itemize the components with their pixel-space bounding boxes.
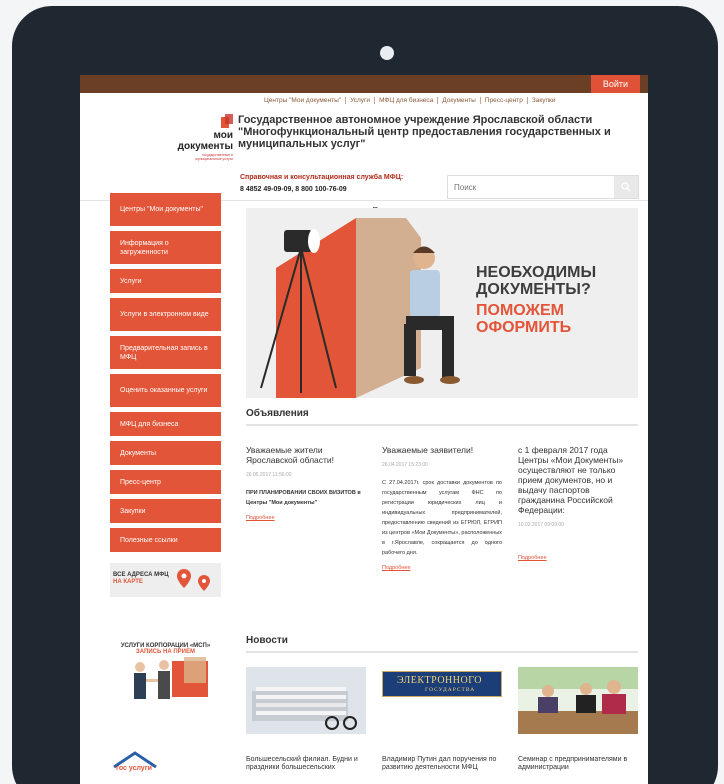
announcement-2-text: С 27.04.2017г. срок доставки документов … [382, 480, 502, 556]
announcement-1: Уважаемые жители Ярославской области! 26… [246, 445, 366, 523]
news-caption-2[interactable]: Владимир Путин дал поручения по развитию… [382, 756, 507, 772]
news-caption-1[interactable]: Большесельский филиал. Будни и праздники… [246, 756, 371, 772]
map-link-text-1: ВСЕ АДРЕСА МФЦ [113, 572, 169, 578]
banner-illustration [246, 208, 638, 398]
gosuslugi-logo[interactable]: гос услуги [110, 751, 170, 784]
logo-text-1: мои [213, 130, 233, 141]
top-bar: Войти [80, 75, 648, 93]
help-info: Справочная и консультационная служба МФЦ… [240, 172, 403, 196]
electronic-logo-line-1: ЭЛЕКТРОННОГО [397, 675, 482, 686]
gosuslugi-text: гос услуги [116, 765, 152, 772]
search-input[interactable] [448, 176, 616, 198]
search-icon [621, 182, 631, 192]
help-phones: 8 4852 49-09-09, 8 800 100-76-09 [240, 186, 347, 193]
announcement-2-more-link[interactable]: Подробнее [382, 564, 502, 573]
sidebar-item-services[interactable]: Услуги [110, 269, 221, 293]
electronic-government-logo: ЭЛЕКТРОННОГО ГОСУДАРСТВА [382, 671, 502, 697]
handshake-illustration [133, 657, 208, 699]
news-image-3[interactable] [518, 667, 638, 734]
search-button[interactable] [614, 176, 638, 198]
site-header: Центры "Мои документы" Услуги МФЦ для бизн… [80, 93, 648, 201]
sidebar-item-load[interactable]: Информация о загруженности [110, 231, 221, 264]
camera-icon [380, 46, 394, 60]
topnav-purchases[interactable]: Закупки [528, 97, 560, 104]
logo-subtext: государственные и муниципальные услуги [195, 153, 233, 161]
topnav-press[interactable]: Пресс-центр [480, 97, 528, 104]
search-box [447, 175, 639, 199]
sidebar-item-press[interactable]: Пресс-центр [110, 470, 221, 494]
announcement-1-text: ПРИ ПЛАНИРОВАНИИ СВОИХ ВИЗИТОВ в Центры … [246, 490, 361, 506]
announcement-2-date: 26.04.2017 15:23:00 [382, 462, 428, 468]
announcement-3-date: 10.02.2017 09:09:00 [518, 522, 564, 528]
news-image-1[interactable] [246, 667, 366, 734]
sidebar-item-rate[interactable]: Оценить оказанные услуги [110, 374, 221, 407]
sidebar-menu: Центры "Мои документы" Информация о загр… [110, 193, 221, 557]
banner-line-1: НЕОБХОДИМЫ [476, 264, 597, 281]
logo-text-2: документы [177, 141, 233, 152]
announcement-1-more-link[interactable]: Подробнее [246, 514, 366, 523]
announcement-3-more-link[interactable]: Подробнее [518, 554, 638, 563]
news-title: Новости [246, 635, 638, 653]
banner-title-2: ПОМОЖЕМ ОФОРМИТЬ [476, 302, 571, 336]
map-link-text-2: НА КАРТЕ [113, 579, 143, 585]
announcement-3: с 1 февраля 2017 года Центры «Мои Докуме… [518, 445, 638, 563]
sidebar-item-business[interactable]: МФЦ для бизнеса [110, 412, 221, 436]
electronic-logo-line-2: ГОСУДАРСТВА [425, 687, 476, 693]
msp-banner[interactable]: УСЛУГИ КОРПОРАЦИИ «МСП» ЗАПИСЬ НА ПРИЁМ [110, 643, 221, 713]
sidebar-item-documents[interactable]: Документы [110, 441, 221, 465]
sidebar-item-centers[interactable]: Центры "Мои документы" [110, 193, 221, 226]
banner-title-1: НЕОБХОДИМЫ ДОКУМЕНТЫ? [476, 264, 596, 298]
news-image-2[interactable]: ЭЛЕКТРОННОГО ГОСУДАРСТВА [382, 667, 502, 734]
banner-line-4: ОФОРМИТЬ [476, 319, 572, 336]
announcement-2-title[interactable]: Уважаемые заявители! [382, 445, 502, 455]
banner-line-2: ДОКУМЕНТЫ? [476, 281, 591, 298]
hero-banner[interactable]: НЕОБХОДИМЫ ДОКУМЕНТЫ? ПОМОЖЕМ ОФОРМИТЬ [246, 208, 638, 398]
login-button[interactable]: Войти [590, 75, 640, 93]
documents-photo [246, 667, 366, 734]
map-link[interactable]: ВСЕ АДРЕСА МФЦ НА КАРТЕ [110, 563, 221, 597]
topnav-documents[interactable]: Документы [438, 97, 481, 104]
sidebar-item-links[interactable]: Полезные ссылки [110, 528, 221, 552]
topnav-services[interactable]: Услуги [346, 97, 376, 104]
org-name: Государственное автономное учреждение Яр… [238, 114, 611, 150]
map-pin-icon [177, 569, 210, 591]
seminar-photo [518, 667, 638, 734]
news-caption-3[interactable]: Семинар с предпринимателями в администра… [518, 756, 643, 772]
help-label: Справочная и консультационная служба МФЦ… [240, 174, 404, 181]
announcements-title: Объявления [246, 408, 638, 426]
web-page: Войти Центры "Мои документы" Услуги МФЦ дл… [80, 75, 648, 784]
top-nav: Центры "Мои документы" Услуги МФЦ для бизн… [260, 97, 560, 104]
announcement-3-title[interactable]: с 1 февраля 2017 года Центры «Мои Докуме… [518, 445, 638, 515]
sidebar-item-eservices[interactable]: Услуги в электронном виде [110, 298, 221, 331]
announcement-1-date: 26.05.2017 11:56:00 [246, 472, 292, 478]
topnav-centers[interactable]: Центры "Мои документы" [260, 97, 347, 104]
announcement-1-title[interactable]: Уважаемые жители Ярославской области! [246, 445, 366, 465]
site-logo[interactable]: мои документы государственные и муниципа… [173, 114, 233, 161]
sidebar-item-purchases[interactable]: Закупки [110, 499, 221, 523]
logo-mark-icon [221, 114, 233, 128]
topnav-business[interactable]: МФЦ для бизнеса [375, 97, 439, 104]
banner-line-3: ПОМОЖЕМ [476, 302, 564, 319]
announcement-2: Уважаемые заявители! 26.04.2017 15:23:00… [382, 445, 502, 573]
sidebar-item-booking[interactable]: Предварительная запись в МФЦ [110, 336, 221, 369]
